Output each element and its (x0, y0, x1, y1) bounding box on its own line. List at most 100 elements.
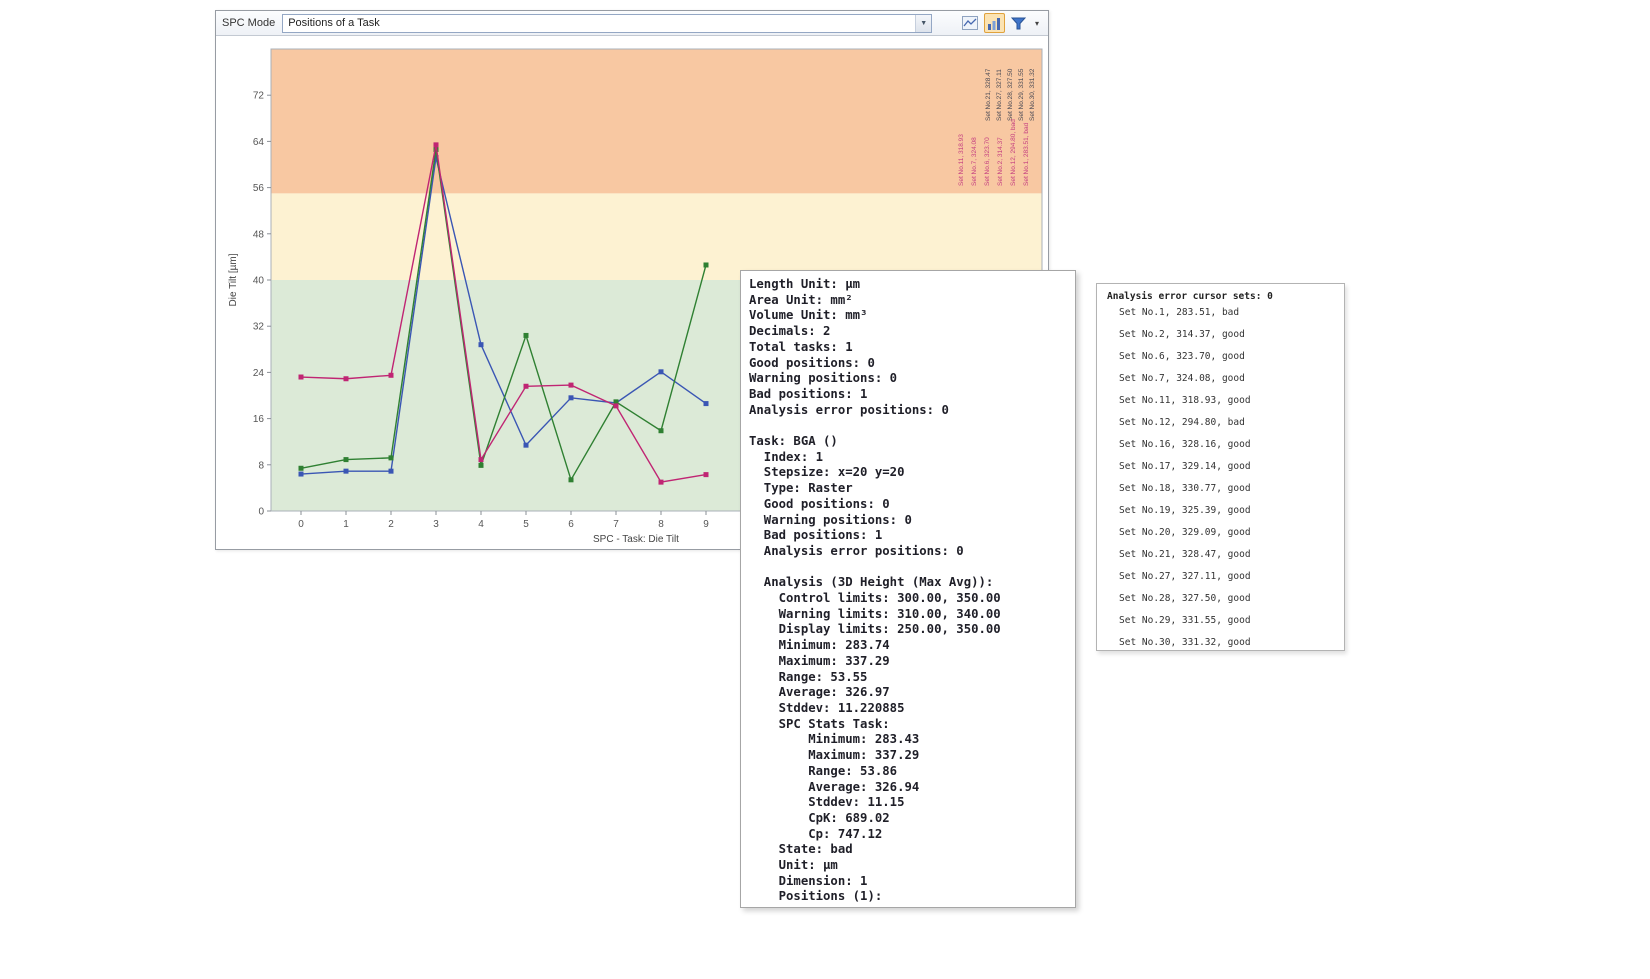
stats-line: Positions (1): (749, 889, 1067, 905)
stats-line: Bad positions: 1 (749, 387, 1067, 403)
svg-text:Set No.12, 294.80, bad: Set No.12, 294.80, bad (1010, 119, 1017, 186)
line-chart-view-icon[interactable] (960, 13, 981, 33)
cursor-set-entry: Set No.18, 330.77, good (1107, 478, 1338, 500)
cursor-set-entry: Set No.1, 283.51, bad (1107, 302, 1338, 324)
svg-text:32: 32 (253, 322, 265, 333)
svg-text:Set No.2, 314.37: Set No.2, 314.37 (997, 137, 1004, 186)
stats-line: Volume Unit: mm³ (749, 308, 1067, 324)
cursor-set-entry: Set No.21, 328.47, good (1107, 544, 1338, 566)
stats-line (749, 418, 1067, 434)
cursor-set-entry: Set No.27, 327.11, good (1107, 566, 1338, 588)
svg-text:2: 2 (388, 519, 394, 530)
svg-text:Set No.1, 283.51, bad: Set No.1, 283.51, bad (1023, 122, 1030, 186)
stats-line: Maximum: 337.29 (749, 654, 1067, 670)
cursor-sets-list: Set No.1, 283.51, bad Set No.2, 314.37, … (1107, 302, 1338, 651)
svg-text:Set No.29, 331.55: Set No.29, 331.55 (1018, 68, 1025, 121)
toolbar-icons: ▾ (960, 13, 1042, 33)
svg-text:9: 9 (703, 519, 709, 530)
stats-line: Total tasks: 1 (749, 340, 1067, 356)
stats-line: Stddev: 11.220885 (749, 701, 1067, 717)
svg-text:0: 0 (258, 507, 264, 518)
svg-text:6: 6 (568, 519, 574, 530)
cursor-set-entry: Set No.7, 324.08, good (1107, 368, 1338, 390)
funnel-glyph (1011, 17, 1026, 30)
stats-line: Range: 53.86 (749, 764, 1067, 780)
cursor-set-entry: Set No.29, 331.55, good (1107, 610, 1338, 632)
svg-text:1: 1 (343, 519, 349, 530)
filter-icon[interactable] (1008, 13, 1029, 33)
stats-line: Area Unit: mm² (749, 293, 1067, 309)
stats-line: Control limits: 300.00, 350.00 (749, 591, 1067, 607)
cursor-set-entry: Set No.28, 327.50, good (1107, 588, 1338, 610)
svg-text:8: 8 (258, 460, 264, 471)
cursor-sets-header: Analysis error cursor sets: 0 (1107, 291, 1338, 302)
svg-text:Die Tilt [µm]: Die Tilt [µm] (228, 253, 239, 306)
svg-text:5: 5 (523, 519, 529, 530)
stats-line: Analysis error positions: 0 (749, 403, 1067, 419)
toolbar-more-dropdown-icon[interactable]: ▾ (1032, 19, 1042, 28)
stats-line: Minimum: 283.43 (749, 732, 1067, 748)
stats-line: Bad positions: 1 (749, 528, 1067, 544)
spc-mode-combobox[interactable]: Positions of a Task ▼ (282, 14, 932, 33)
screen: SPC Mode Positions of a Task ▼ (0, 0, 1650, 979)
svg-text:8: 8 (658, 519, 664, 530)
svg-text:24: 24 (253, 368, 265, 379)
stats-line: Stddev: 11.15 (749, 795, 1067, 811)
stats-line: Maximum: 337.29 (749, 748, 1067, 764)
svg-text:SPC - Task: Die Tilt: SPC - Task: Die Tilt (593, 534, 679, 545)
stats-line: Warning positions: 0 (749, 513, 1067, 529)
stats-line: Type: Raster (749, 481, 1067, 497)
svg-text:Set No.6, 323.70: Set No.6, 323.70 (984, 137, 991, 186)
svg-text:4: 4 (478, 519, 484, 530)
stats-line: Range: 53.55 (749, 670, 1067, 686)
spc-mode-label: SPC Mode (222, 17, 275, 29)
cursor-set-entry: Set No.19, 325.39, good (1107, 500, 1338, 522)
stats-line: Average: 326.94 (749, 780, 1067, 796)
stats-line: Length Unit: µm (749, 277, 1067, 293)
stats-line: Display limits: 250.00, 350.00 (749, 622, 1067, 638)
stats-line: CpK: 689.02 (749, 811, 1067, 827)
cursor-set-entry: Set No.16, 328.16, good (1107, 434, 1338, 456)
stats-line: SPC Stats Task: (749, 717, 1067, 733)
stats-line (749, 560, 1067, 576)
stats-line: Analysis (3D Height (Max Avg)): (749, 575, 1067, 591)
cursor-set-entry: Set No.6, 323.70, good (1107, 346, 1338, 368)
svg-text:72: 72 (253, 91, 265, 102)
stats-line: Good positions: 0 (749, 356, 1067, 372)
analysis-stats-popup: Length Unit: µm Area Unit: mm² Volume Un… (740, 270, 1076, 908)
cursor-sets-panel: Analysis error cursor sets: 0 Set No.1, … (1096, 283, 1345, 651)
stats-line: Warning limits: 310.00, 340.00 (749, 607, 1067, 623)
stats-line: Index: 1 (749, 450, 1067, 466)
svg-text:Set No.28, 327.50: Set No.28, 327.50 (1007, 68, 1014, 121)
stats-line: State: bad (749, 842, 1067, 858)
cursor-set-entry: Set No.2, 314.37, good (1107, 324, 1338, 346)
svg-text:48: 48 (253, 229, 265, 240)
combobox-dropdown-arrow-icon[interactable]: ▼ (915, 15, 931, 32)
cursor-set-entry: Set No.20, 329.09, good (1107, 522, 1338, 544)
cursor-set-entry: Set No.12, 294.80, bad (1107, 412, 1338, 434)
svg-text:16: 16 (253, 414, 265, 425)
line-chart-glyph (962, 16, 978, 30)
svg-text:40: 40 (253, 276, 265, 287)
svg-text:56: 56 (253, 183, 265, 194)
svg-text:0: 0 (298, 519, 304, 530)
stats-line: Minimum: 283.74 (749, 638, 1067, 654)
stats-line: Decimals: 2 (749, 324, 1067, 340)
spc-toolbar: SPC Mode Positions of a Task ▼ (216, 11, 1048, 36)
cursor-set-entry: Set No.17, 329.14, good (1107, 456, 1338, 478)
stats-line: Stepsize: x=20 y=20 (749, 465, 1067, 481)
svg-text:7: 7 (613, 519, 619, 530)
svg-text:Set No.7, 324.08: Set No.7, 324.08 (971, 137, 978, 186)
svg-text:64: 64 (253, 137, 265, 148)
svg-text:Set No.30, 331.32: Set No.30, 331.32 (1029, 68, 1036, 121)
stats-line: Cp: 747.12 (749, 827, 1067, 843)
svg-text:Set No.27, 327.11: Set No.27, 327.11 (996, 69, 1003, 121)
svg-text:3: 3 (433, 519, 439, 530)
bar-chart-view-icon[interactable] (984, 13, 1005, 33)
stats-line: Task: BGA () (749, 434, 1067, 450)
cursor-set-entry: Set No.11, 318.93, good (1107, 390, 1338, 412)
stats-line: Warning positions: 0 (749, 371, 1067, 387)
spc-mode-combobox-value: Positions of a Task (283, 17, 915, 29)
svg-text:Set No.21, 328.47: Set No.21, 328.47 (985, 68, 992, 121)
stats-line: Dimension: 1 (749, 874, 1067, 890)
